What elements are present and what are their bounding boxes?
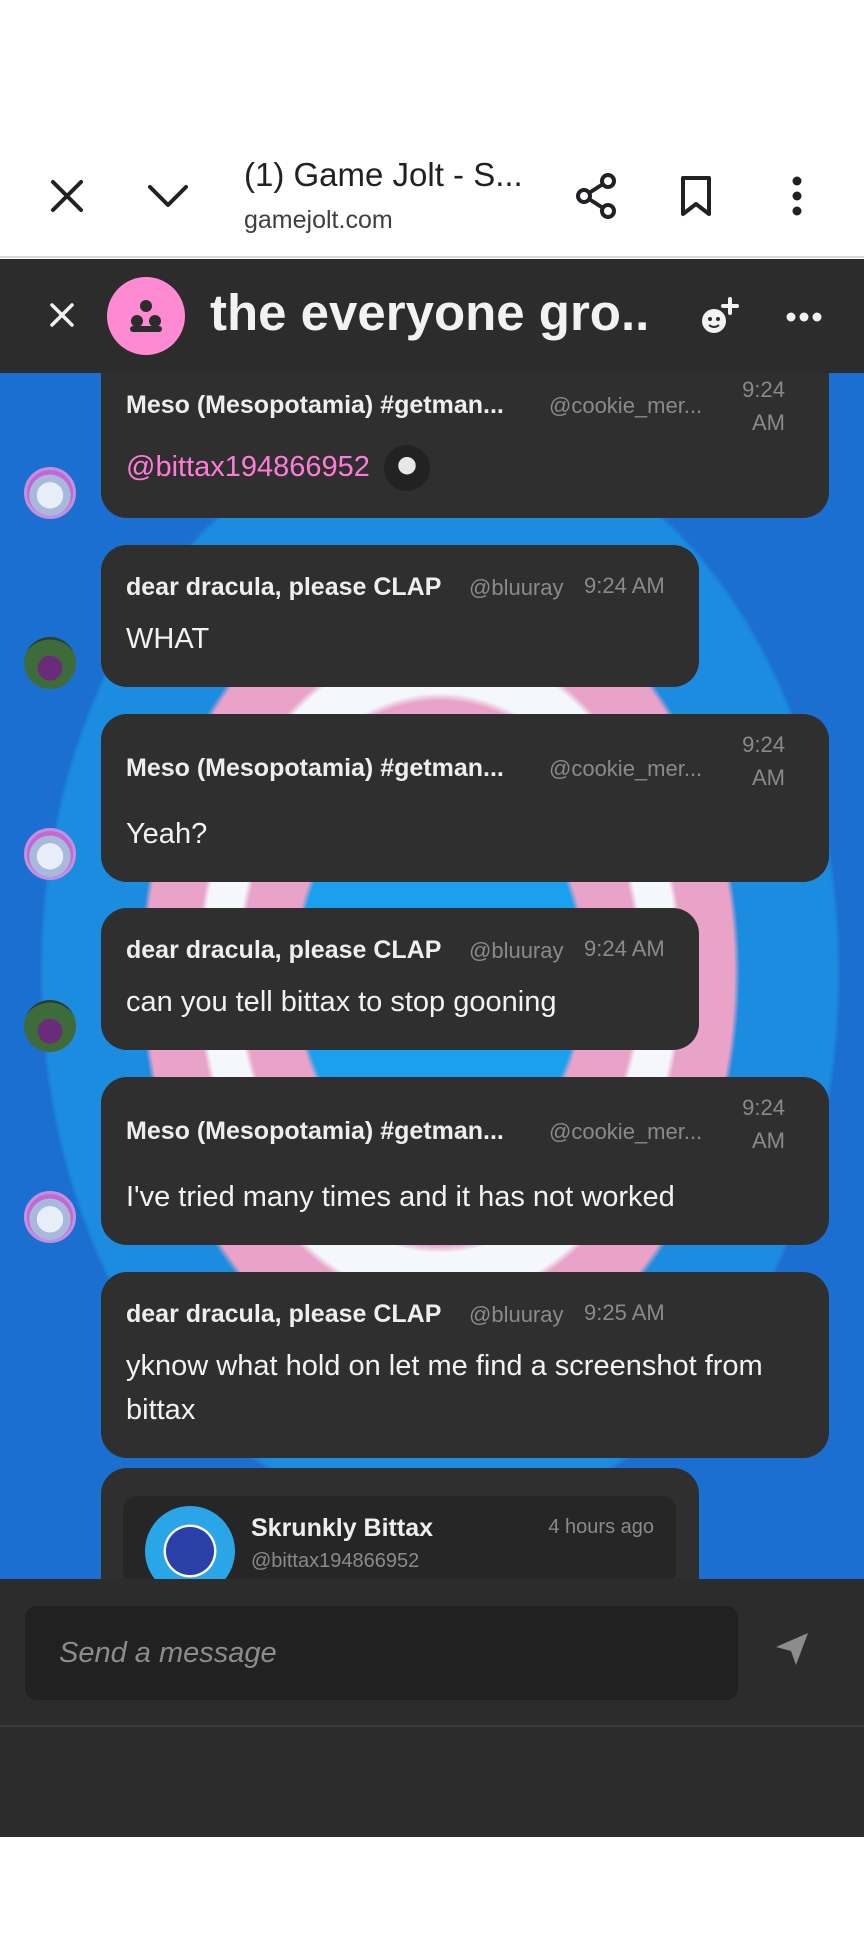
avatar[interactable]: [24, 1191, 76, 1243]
close-icon[interactable]: [38, 291, 86, 339]
message-bubble: Meso (Mesopotamia) #getman... @cookie_me…: [101, 1077, 829, 1245]
bottom-panel: [0, 1727, 864, 1837]
message-time: 9:24 AM: [584, 573, 665, 598]
user-mention[interactable]: @bittax194866952: [126, 451, 370, 483]
message-text: I've tried many times and it has not wor…: [126, 1181, 675, 1213]
sender-name[interactable]: dear dracula, please CLAP: [126, 573, 441, 602]
message-time: 9:24 AM: [742, 1095, 785, 1153]
message-composer: [0, 1579, 864, 1727]
message-bubble: dear dracula, please CLAP @bluuray 9:25 …: [101, 1272, 829, 1458]
sender-name[interactable]: dear dracula, please CLAP: [126, 936, 441, 965]
message-time: 9:24 AM: [742, 732, 785, 790]
avatar[interactable]: [24, 1000, 76, 1052]
browser-toolbar: (1) Game Jolt - S... gamejolt.com: [0, 138, 864, 258]
message-time: 9:24 AM: [584, 936, 665, 961]
share-icon[interactable]: [568, 168, 624, 224]
chevron-down-icon[interactable]: [140, 168, 196, 224]
more-horiz-icon[interactable]: [780, 293, 828, 341]
group-icon[interactable]: [107, 277, 185, 355]
sender-handle[interactable]: @bluuray: [469, 1302, 564, 1328]
chat-header: the everyone gro...: [0, 259, 864, 373]
sender-handle[interactable]: @cookie_mer...: [549, 1119, 709, 1145]
message-bubble: Meso (Mesopotamia) #getman... @cookie_me…: [101, 714, 829, 882]
sender-name[interactable]: Meso (Mesopotamia) #getman...: [126, 391, 504, 420]
chat-title[interactable]: the everyone gro...: [210, 283, 650, 342]
close-icon[interactable]: [39, 168, 95, 224]
sender-name[interactable]: dear dracula, please CLAP: [126, 1300, 441, 1329]
message-text: can you tell bittax to stop gooning: [126, 986, 557, 1018]
sender-handle[interactable]: @bluuray: [469, 938, 564, 964]
screen: (1) Game Jolt - S... gamejolt.com the ev…: [0, 0, 864, 1939]
embed-author-name[interactable]: Skrunkly Bittax: [251, 1514, 433, 1543]
message-text: WHAT: [126, 623, 210, 655]
tab-title[interactable]: (1) Game Jolt - S...: [244, 156, 544, 194]
mention-avatar[interactable]: [383, 445, 430, 492]
message-text: @bittax194866952: [126, 445, 430, 492]
embed-time: 4 hours ago: [548, 1516, 654, 1538]
sender-name[interactable]: Meso (Mesopotamia) #getman...: [126, 754, 504, 783]
more-vert-icon[interactable]: [769, 168, 825, 224]
avatar[interactable]: [24, 467, 76, 519]
message-text: yknow what hold on let me find a screens…: [126, 1350, 763, 1426]
message-input[interactable]: [25, 1606, 738, 1700]
bookmark-icon[interactable]: [668, 168, 724, 224]
message-time: 9:25 AM: [584, 1300, 665, 1325]
embed-author-handle[interactable]: @bittax194866952: [251, 1550, 419, 1573]
message-bubble: dear dracula, please CLAP @bluuray 9:24 …: [101, 545, 699, 687]
avatar[interactable]: [24, 828, 76, 880]
sender-handle[interactable]: @cookie_mer...: [549, 393, 709, 419]
page-url[interactable]: gamejolt.com: [244, 206, 393, 235]
sender-handle[interactable]: @cookie_mer...: [549, 756, 709, 782]
post-embed[interactable]: Skrunkly Bittax @bittax194866952 4 hours…: [123, 1496, 676, 1596]
message-time: 9:24 AM: [742, 377, 785, 435]
message-bubble: Meso (Mesopotamia) #getman... @cookie_me…: [101, 373, 829, 518]
sender-name[interactable]: Meso (Mesopotamia) #getman...: [126, 1117, 504, 1146]
message-bubble: dear dracula, please CLAP @bluuray 9:24 …: [101, 908, 699, 1050]
message-text: Yeah?: [126, 818, 208, 850]
send-icon[interactable]: [772, 1629, 820, 1677]
avatar[interactable]: [24, 637, 76, 689]
sender-handle[interactable]: @bluuray: [469, 575, 564, 601]
add-user-icon[interactable]: [696, 293, 744, 341]
